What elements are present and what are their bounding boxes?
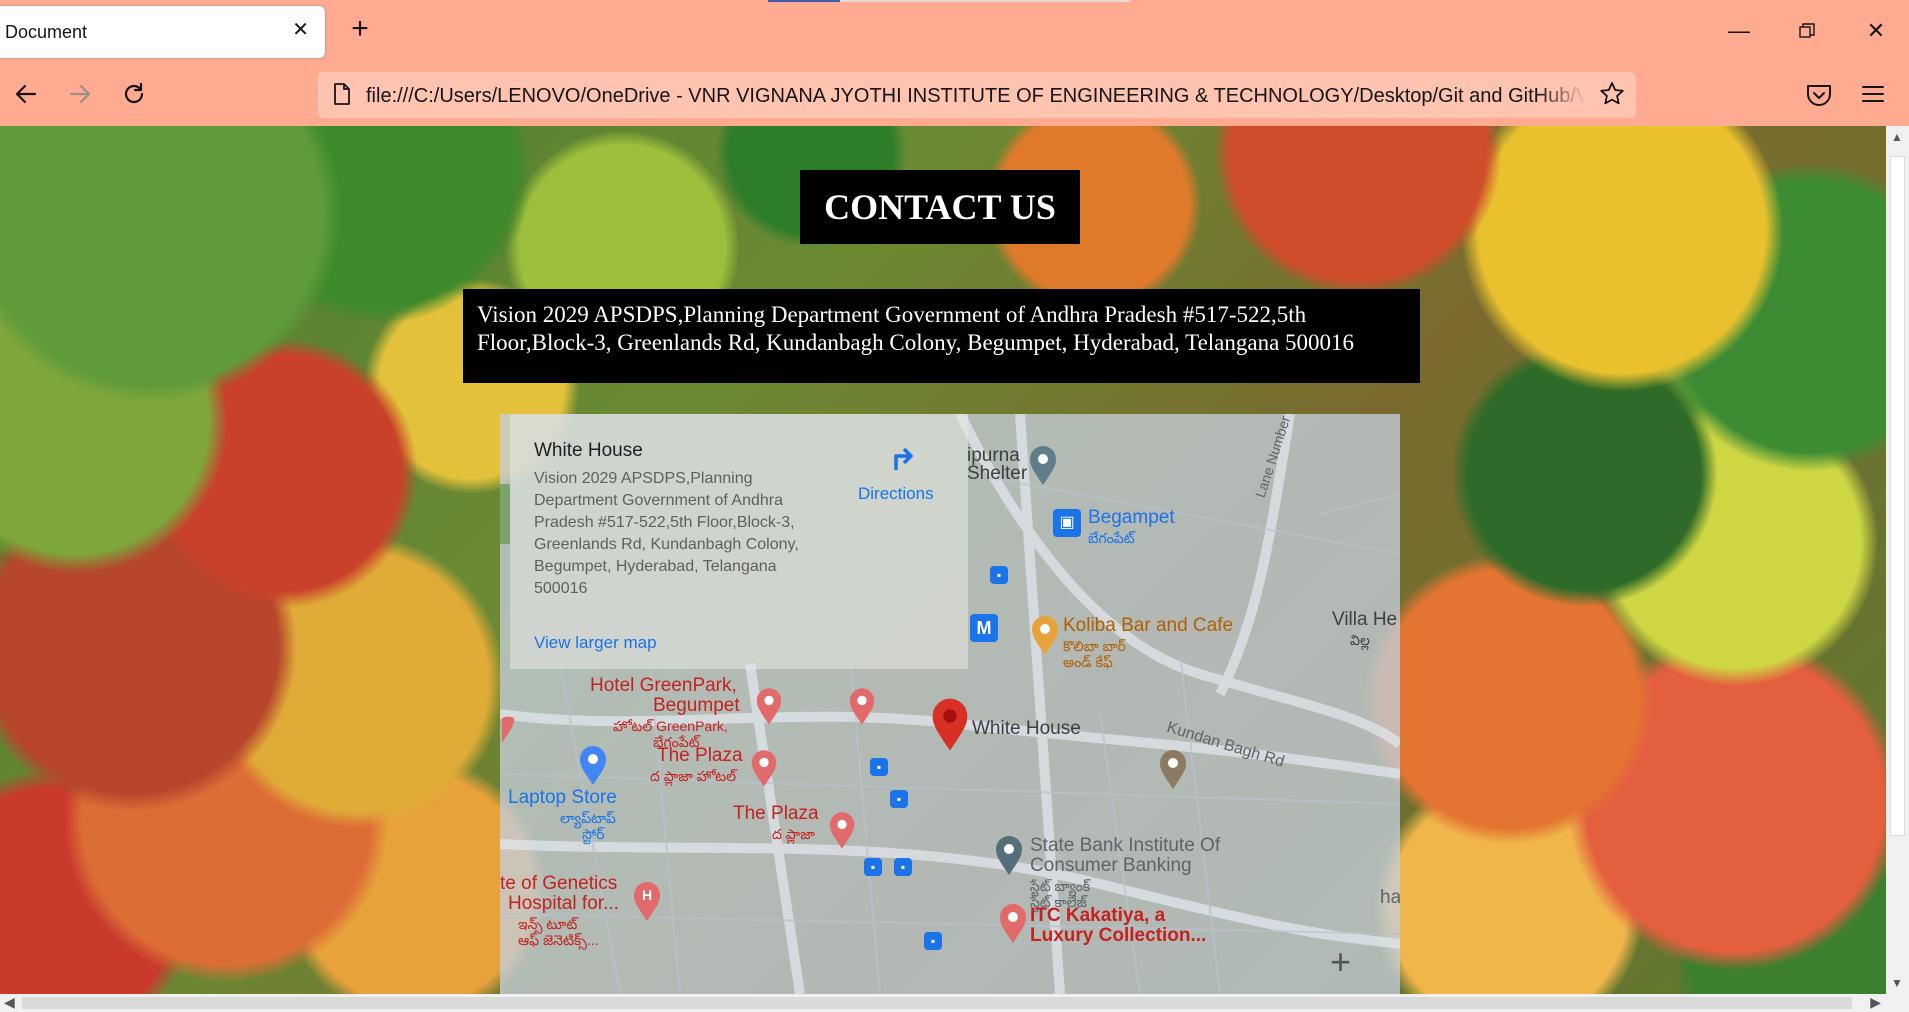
- map-label: Koliba Bar and Cafe: [1063, 615, 1234, 636]
- map-label: Consumer Banking: [1030, 855, 1192, 876]
- hotel-pin-icon[interactable]: [848, 686, 876, 726]
- shopping-pin-icon[interactable]: [578, 744, 608, 786]
- hotel-pin-icon[interactable]: [828, 810, 856, 850]
- address-bar[interactable]: file:///C:/Users/LENOVO/OneDrive - VNR V…: [318, 72, 1636, 118]
- map-label: విల్ల: [1350, 632, 1370, 648]
- map-label: The Plaza: [657, 745, 743, 766]
- contact-address: Vision 2029 APSDPS,Planning Department G…: [463, 289, 1420, 383]
- map-label: Laptop Store: [508, 787, 617, 808]
- map-label: ద ప్లాజా: [772, 826, 815, 842]
- back-arrow-icon[interactable]: [8, 76, 44, 112]
- hamburger-menu-icon[interactable]: [1860, 82, 1886, 106]
- hospital-pin-icon[interactable]: H: [632, 880, 662, 922]
- directions-link[interactable]: Directions: [858, 484, 934, 504]
- map-label: The Plaza: [733, 803, 819, 824]
- bus-stop-icon[interactable]: ▪: [864, 858, 882, 876]
- new-tab-button[interactable]: +: [345, 14, 375, 44]
- horizontal-scrollbar[interactable]: ◀ ▶: [0, 994, 1909, 1012]
- hotel-pin-icon[interactable]: [750, 748, 778, 788]
- loading-indicator: [768, 0, 1130, 2]
- map-label: Villa He: [1332, 609, 1398, 630]
- reload-icon[interactable]: [116, 76, 152, 112]
- scroll-right-arrow-icon[interactable]: ▶: [1870, 994, 1881, 1011]
- close-icon[interactable]: ✕: [292, 20, 309, 40]
- hotel-pin-icon[interactable]: [998, 902, 1028, 944]
- window-close-icon[interactable]: ✕: [1856, 14, 1896, 48]
- bus-station-icon[interactable]: ▣: [1053, 509, 1081, 537]
- map-pin-icon[interactable]: [1028, 444, 1058, 486]
- zoom-in-button[interactable]: +: [1330, 944, 1351, 980]
- tab-title: Document: [5, 22, 88, 42]
- view-larger-map-link[interactable]: View larger map: [534, 633, 657, 653]
- horizontal-scroll-thumb[interactable]: [22, 997, 1852, 1009]
- embedded-map[interactable]: White House Vision 2029 APSDPS,Planning …: [500, 414, 1400, 994]
- institute-pin-icon[interactable]: [994, 834, 1024, 876]
- place-title: White House: [534, 440, 643, 461]
- scroll-up-arrow-icon[interactable]: ▲: [1891, 130, 1903, 144]
- map-label: Hotel GreenPark,: [590, 675, 737, 696]
- scroll-down-arrow-icon[interactable]: ▼: [1891, 976, 1903, 990]
- bus-stop-icon[interactable]: ▪: [990, 566, 1008, 584]
- place-address: Vision 2029 APSDPS,Planning Department G…: [534, 470, 799, 597]
- bus-stop-icon[interactable]: ▪: [890, 790, 908, 808]
- bus-stop-icon[interactable]: ▪: [894, 858, 912, 876]
- metro-station-icon[interactable]: M: [970, 614, 998, 642]
- pocket-icon[interactable]: [1805, 82, 1833, 108]
- page-icon: [334, 83, 350, 105]
- school-pin-icon[interactable]: [1158, 748, 1188, 790]
- svg-text:H: H: [642, 887, 652, 903]
- map-label: ITC Kakatiya, a: [1030, 905, 1166, 926]
- bookmark-star-icon[interactable]: [1598, 80, 1626, 108]
- restaurant-pin-icon[interactable]: [1030, 614, 1060, 656]
- map-label: ha: [1380, 887, 1400, 908]
- map-label: State Bank Institute Of: [1030, 835, 1221, 856]
- scroll-left-arrow-icon[interactable]: ◀: [4, 994, 15, 1011]
- map-label: బేగంపేట్: [1088, 530, 1135, 546]
- map-label: Begumpet: [653, 695, 740, 716]
- tab-bar: Document ✕ + — ✕: [0, 0, 1909, 62]
- forward-arrow-icon[interactable]: [62, 76, 98, 112]
- bus-stop-icon[interactable]: ▪: [924, 932, 942, 950]
- hotel-pin-icon[interactable]: [755, 686, 783, 726]
- bus-stop-icon[interactable]: ▪: [870, 758, 888, 776]
- tab-document[interactable]: Document ✕: [0, 6, 325, 58]
- navigation-bar: file:///C:/Users/LENOVO/OneDrive - VNR V…: [0, 62, 1909, 126]
- vertical-scrollbar[interactable]: ▲ ▼: [1886, 126, 1909, 994]
- selected-place-pin-icon[interactable]: [930, 696, 970, 752]
- minimize-icon[interactable]: —: [1719, 14, 1759, 48]
- map-label: Hospital for...: [508, 893, 619, 914]
- hotel-pin-icon[interactable]: [500, 704, 518, 744]
- map-label-selected-place: White House: [972, 718, 1081, 739]
- restore-icon[interactable]: [1787, 14, 1827, 48]
- map-label: Shelter: [967, 463, 1028, 484]
- page-title: CONTACT US: [800, 170, 1080, 244]
- page-viewport: CONTACT US Vision 2029 APSDPS,Planning D…: [0, 126, 1886, 994]
- map-label: స్టోర్: [582, 826, 605, 842]
- map-label: ద ప్లాజా హోటల్: [650, 768, 737, 784]
- url-text[interactable]: file:///C:/Users/LENOVO/OneDrive - VNR V…: [366, 85, 1586, 108]
- map-label: అండ్ కేఫ్: [1063, 654, 1113, 670]
- map-label: Begampet: [1088, 507, 1175, 528]
- map-label: te of Genetics: [500, 873, 618, 894]
- vertical-scroll-thumb[interactable]: [1890, 156, 1905, 836]
- map-label: ఆఫ్ జెనెటిక్స్...: [518, 932, 599, 948]
- directions-icon[interactable]: [888, 442, 918, 472]
- map-label: Luxury Collection...: [1030, 925, 1207, 946]
- map-info-card: White House Vision 2029 APSDPS,Planning …: [510, 414, 968, 669]
